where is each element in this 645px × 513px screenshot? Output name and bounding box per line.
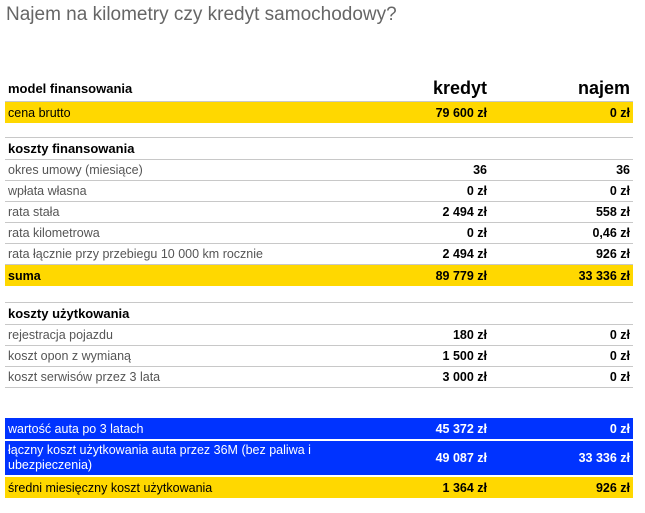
row-kredyt: 2 494 zł — [350, 201, 490, 223]
row-kredyt: 36 — [350, 159, 490, 181]
row-najem: 0,46 zł — [490, 222, 633, 244]
row-label: koszt serwisów przez 3 lata — [5, 366, 350, 388]
row-label: okres umowy (miesiące) — [5, 159, 350, 181]
monthly-cost-najem: 926 zł — [490, 477, 633, 498]
total-cost-label: łączny koszt użytkowania auta przez 36M … — [5, 441, 350, 475]
row-kredyt: 180 zł — [350, 324, 490, 346]
header-row: model finansowania kredyt najem — [5, 76, 633, 102]
total-cost-row: łączny koszt użytkowania auta przez 36M … — [5, 441, 633, 475]
row-najem: 0 zł — [490, 324, 633, 346]
table-row: koszt opon z wymianą 1 500 zł 0 zł — [5, 345, 633, 367]
header-col-kredyt: kredyt — [350, 76, 490, 102]
table-row: koszt serwisów przez 3 lata 3 000 zł 0 z… — [5, 366, 633, 388]
row-najem: 0 zł — [490, 180, 633, 202]
total-cost-kredyt: 49 087 zł — [350, 441, 490, 475]
row-kredyt: 0 zł — [350, 180, 490, 202]
table-row: rata stała 2 494 zł 558 zł — [5, 201, 633, 223]
financing-section-header: koszty finansowania — [5, 137, 633, 160]
comparison-table: model finansowania kredyt najem cena bru… — [5, 76, 633, 498]
usage-title: koszty użytkowania — [5, 302, 633, 325]
sum-najem: 33 336 zł — [490, 264, 633, 286]
row-label: rata łącznie przy przebiegu 10 000 km ro… — [5, 243, 350, 265]
header-label: model finansowania — [5, 76, 350, 102]
header-col-najem: najem — [490, 76, 633, 102]
monthly-cost-row: średni miesięczny koszt użytkowania 1 36… — [5, 477, 633, 498]
financing-title: koszty finansowania — [5, 137, 633, 160]
monthly-cost-label: średni miesięczny koszt użytkowania — [5, 477, 350, 498]
table-row: rejestracja pojazdu 180 zł 0 zł — [5, 324, 633, 346]
monthly-cost-kredyt: 1 364 zł — [350, 477, 490, 498]
table-row: rata łącznie przy przebiegu 10 000 km ro… — [5, 243, 633, 265]
sum-row: suma 89 779 zł 33 336 zł — [5, 264, 633, 286]
value-after-label: wartość auta po 3 latach — [5, 418, 350, 439]
row-kredyt: 0 zł — [350, 222, 490, 244]
sum-kredyt: 89 779 zł — [350, 264, 490, 286]
table-row: wpłata własna 0 zł 0 zł — [5, 180, 633, 202]
row-label: rejestracja pojazdu — [5, 324, 350, 346]
row-najem: 0 zł — [490, 366, 633, 388]
row-kredyt: 2 494 zł — [350, 243, 490, 265]
row-kredyt: 1 500 zł — [350, 345, 490, 367]
price-label: cena brutto — [5, 101, 350, 123]
value-after-kredyt: 45 372 zł — [350, 418, 490, 439]
table-row: rata kilometrowa 0 zł 0,46 zł — [5, 222, 633, 244]
sum-label: suma — [5, 264, 350, 286]
row-najem: 558 zł — [490, 201, 633, 223]
row-kredyt: 3 000 zł — [350, 366, 490, 388]
page-title: Najem na kilometry czy kredyt samochodow… — [6, 4, 397, 25]
row-label: rata kilometrowa — [5, 222, 350, 244]
row-label: wpłata własna — [5, 180, 350, 202]
value-after-najem: 0 zł — [490, 418, 633, 439]
total-cost-najem: 33 336 zł — [490, 441, 633, 475]
row-najem: 0 zł — [490, 345, 633, 367]
price-row: cena brutto 79 600 zł 0 zł — [5, 101, 633, 123]
row-najem: 36 — [490, 159, 633, 181]
row-label: rata stała — [5, 201, 350, 223]
value-after-row: wartość auta po 3 latach 45 372 zł 0 zł — [5, 418, 633, 439]
row-najem: 926 zł — [490, 243, 633, 265]
table-row: okres umowy (miesiące) 36 36 — [5, 159, 633, 181]
usage-section-header: koszty użytkowania — [5, 302, 633, 325]
row-label: koszt opon z wymianą — [5, 345, 350, 367]
price-najem: 0 zł — [490, 101, 633, 123]
price-kredyt: 79 600 zł — [350, 101, 490, 123]
